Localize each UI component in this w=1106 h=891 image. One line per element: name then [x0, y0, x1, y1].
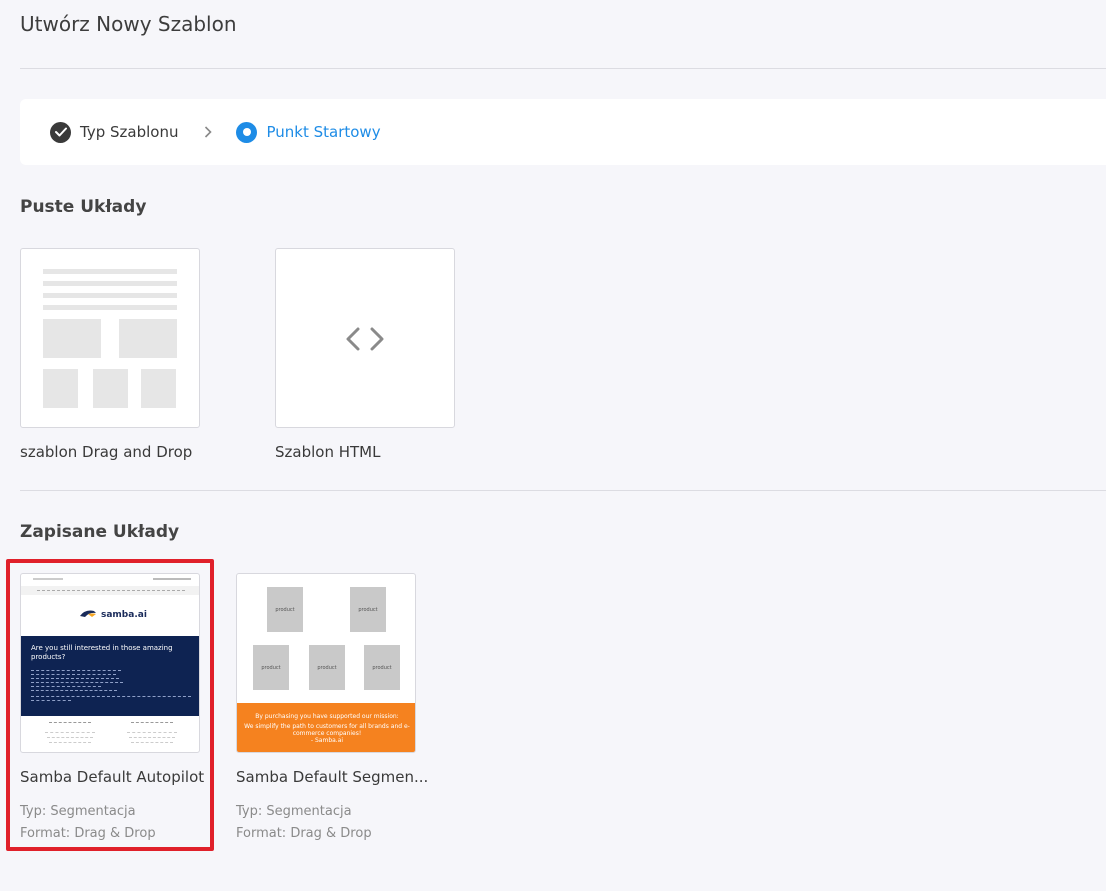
html-template-label[interactable]: Szablon HTML [275, 443, 380, 461]
placeholder-block [43, 319, 101, 358]
product-placeholder: product [364, 645, 400, 690]
html-template-card[interactable] [275, 248, 455, 428]
product-placeholder: product [267, 587, 303, 632]
saved-layouts-title: Zapisane Układy [20, 522, 180, 542]
placeholder-line [43, 293, 177, 298]
chevron-right-icon [204, 126, 213, 138]
step-template-type[interactable]: Typ Szablonu [50, 121, 179, 143]
samba-segment-format: Format: Drag & Drop [236, 826, 372, 841]
placeholder-line [43, 281, 177, 286]
product-placeholder: product [350, 587, 386, 632]
placeholder-block [141, 369, 176, 408]
placeholder-block [43, 369, 78, 408]
placeholder-line [43, 305, 177, 310]
stepper: Typ Szablonu Punkt Startowy [20, 99, 1106, 165]
samba-segment-label[interactable]: Samba Default Segmen... [236, 768, 428, 786]
radio-active-icon [236, 121, 258, 143]
product-placeholder: product [309, 645, 345, 690]
step-starting-point[interactable]: Punkt Startowy [236, 121, 381, 143]
blank-layouts-title: Puste Układy [20, 197, 147, 217]
samba-segment-card[interactable]: product product product product product … [236, 573, 416, 753]
product-placeholder: product [253, 645, 289, 690]
section-divider [20, 490, 1106, 491]
preview-footer: By purchasing you have supported our mis… [237, 703, 415, 752]
selection-highlight [6, 559, 214, 851]
check-icon [50, 121, 71, 143]
samba-segment-type: Typ: Segmentacja [236, 804, 352, 819]
step-label: Punkt Startowy [266, 123, 381, 141]
placeholder-block [119, 319, 177, 358]
placeholder-block [93, 369, 128, 408]
drag-drop-template-card[interactable] [20, 248, 200, 428]
code-icon [344, 326, 386, 356]
placeholder-line [43, 269, 177, 274]
step-label: Typ Szablonu [80, 123, 179, 141]
page-title: Utwórz Nowy Szablon [20, 12, 237, 36]
drag-drop-template-label[interactable]: szablon Drag and Drop [20, 443, 192, 461]
header-divider [20, 68, 1106, 69]
